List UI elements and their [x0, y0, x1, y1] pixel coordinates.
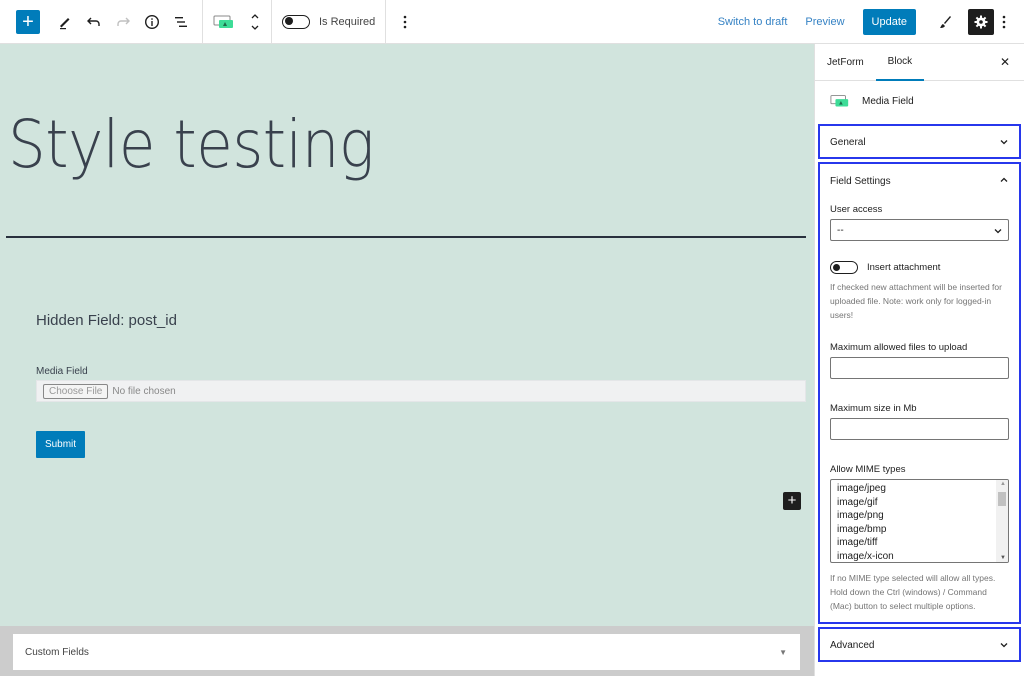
general-panel: General — [818, 124, 1021, 159]
block-name: Media Field — [862, 95, 914, 107]
move-block-controls — [249, 10, 261, 34]
tab-jetform[interactable]: JetForm — [815, 44, 876, 81]
general-panel-title: General — [830, 136, 866, 148]
redo-icon — [117, 17, 130, 26]
close-sidebar-icon[interactable]: ✕ — [1000, 55, 1010, 69]
chevron-up-icon — [1000, 177, 1008, 182]
max-size-input[interactable] — [830, 418, 1009, 440]
brush-icon — [940, 15, 951, 28]
max-size-label: Maximum size in Mb — [830, 403, 917, 414]
chevron-down-icon — [1000, 140, 1008, 145]
choose-file-button[interactable]: Choose File — [43, 383, 109, 399]
editor-toolbar: + Is Required Switch to draft Preview Up… — [0, 0, 1024, 44]
pencil-icon — [60, 17, 70, 29]
media-field-icon — [830, 95, 849, 107]
max-files-input[interactable] — [830, 357, 1009, 379]
chevron-down-icon — [994, 229, 1002, 234]
options-button[interactable] — [996, 9, 1012, 35]
no-file-text: No file chosen — [112, 385, 176, 397]
toolbar-right-group: Switch to draft Preview Update — [718, 0, 1024, 44]
add-block-button[interactable]: + — [16, 9, 40, 34]
editor-canvas: Style testing Hidden Field: post_id Medi… — [0, 44, 814, 626]
field-settings-panel-title: Field Settings — [830, 175, 891, 187]
is-required-toggle[interactable] — [282, 14, 310, 29]
custom-fields-metabox[interactable]: Custom Fields ▼ — [13, 634, 800, 670]
insert-attachment-row: Insert attachment — [830, 261, 1019, 274]
metaboxes-area: Custom Fields ▼ — [0, 626, 814, 676]
scrollbar-thumb[interactable] — [998, 492, 1006, 506]
settings-sidebar: JetForm Block ✕ Media Field General Fiel… — [814, 44, 1024, 676]
sidebar-tabs: JetForm Block ✕ — [815, 44, 1024, 81]
is-required-label: Is Required — [319, 15, 376, 28]
field-settings-panel: Field Settings User access -- Insert att… — [818, 162, 1021, 624]
gear-icon — [974, 15, 988, 28]
info-icon — [144, 14, 160, 29]
mime-option[interactable]: image/gif — [837, 496, 1008, 510]
toolbar-left-group: + — [0, 0, 202, 44]
mime-types-label: Allow MIME types — [830, 464, 906, 475]
mime-option[interactable]: image/tiff — [837, 536, 1008, 550]
mime-option[interactable]: image/bmp — [837, 523, 1008, 537]
block-type-button[interactable] — [213, 9, 235, 35]
mime-types-help: If no MIME type selected will allow all … — [830, 573, 996, 611]
separator-block[interactable] — [6, 236, 806, 238]
advanced-panel: Advanced — [818, 627, 1021, 662]
tab-block[interactable]: Block — [875, 44, 925, 81]
media-file-input[interactable]: Choose File No file chosen — [36, 380, 806, 402]
styles-button[interactable] — [932, 9, 958, 35]
advanced-panel-title: Advanced — [830, 639, 875, 651]
list-view-icon — [175, 16, 187, 27]
custom-fields-title: Custom Fields — [25, 646, 89, 658]
move-up-icon[interactable] — [249, 10, 261, 22]
switch-to-draft-button[interactable]: Switch to draft — [718, 16, 788, 28]
block-options-button[interactable] — [392, 9, 418, 35]
media-field-icon — [213, 15, 233, 28]
mime-option[interactable]: image/jpeg — [837, 482, 1008, 496]
field-settings-panel-toggle[interactable]: Field Settings — [820, 164, 1019, 198]
general-panel-toggle[interactable]: General — [820, 126, 1019, 158]
mime-option[interactable]: image/x-icon — [837, 550, 1008, 563]
list-view-button[interactable] — [168, 9, 194, 35]
mime-types-listbox[interactable]: image/jpeg image/gif image/png image/bmp… — [830, 479, 1009, 563]
tools-button[interactable] — [52, 9, 78, 35]
user-access-value: -- — [837, 224, 844, 236]
undo-icon — [87, 17, 100, 26]
update-button[interactable]: Update — [862, 8, 916, 35]
caret-down-icon[interactable]: ▼ — [779, 648, 787, 657]
undo-button[interactable] — [81, 9, 107, 35]
post-title[interactable]: Style testing — [8, 106, 375, 183]
insert-attachment-help: If checked new attachment will be insert… — [830, 282, 1002, 320]
toolbar-divider — [385, 0, 387, 44]
scroll-up-arrow-icon[interactable]: ▲ — [1000, 481, 1006, 487]
hidden-field-block[interactable]: Hidden Field: post_id — [36, 312, 177, 329]
redo-button[interactable] — [110, 9, 136, 35]
settings-button[interactable] — [968, 8, 994, 35]
user-access-select[interactable]: -- — [830, 219, 1009, 241]
more-vertical-icon — [403, 15, 407, 28]
insert-attachment-toggle[interactable] — [830, 261, 858, 274]
advanced-panel-toggle[interactable]: Advanced — [820, 629, 1019, 661]
chevron-down-icon — [1000, 643, 1008, 648]
more-vertical-icon — [1002, 15, 1006, 28]
media-field-label: Media Field — [36, 366, 88, 377]
scroll-down-arrow-icon[interactable]: ▼ — [1000, 555, 1006, 561]
inline-add-block-button[interactable]: + — [783, 492, 801, 510]
insert-attachment-label: Insert attachment — [867, 262, 941, 273]
preview-button[interactable]: Preview — [805, 16, 844, 28]
details-button[interactable] — [139, 9, 165, 35]
submit-button[interactable]: Submit — [36, 431, 85, 458]
mime-option[interactable]: image/png — [837, 509, 1008, 523]
block-card: Media Field — [815, 81, 1024, 121]
listbox-scrollbar[interactable]: ▲ ▼ — [996, 480, 1008, 562]
max-files-label: Maximum allowed files to upload — [830, 342, 968, 353]
user-access-label: User access — [830, 204, 883, 215]
block-toolbar-group — [203, 0, 271, 44]
move-down-icon[interactable] — [249, 22, 261, 34]
is-required-group: Is Required — [272, 0, 385, 44]
